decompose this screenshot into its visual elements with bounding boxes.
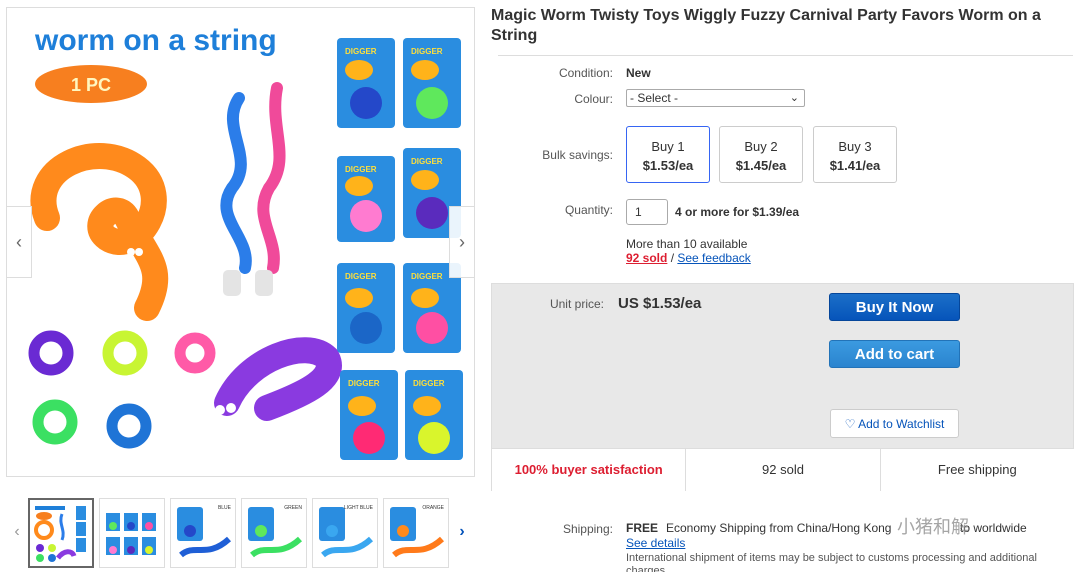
bulk-price: $1.53/ea — [642, 158, 694, 173]
chevron-left-icon: ‹ — [14, 523, 20, 540]
purple-coil — [28, 330, 74, 376]
stats-row: 100% buyer satisfaction 92 sold Free shi… — [492, 448, 1074, 491]
card-text: DIGGER — [411, 47, 443, 56]
thumbnail-image — [34, 506, 86, 562]
bulk-qty: Buy 3 — [838, 139, 872, 154]
bulk-price: $1.45/ea — [735, 158, 787, 173]
bulk-savings-label: Bulk savings: — [542, 148, 613, 162]
green-coil — [32, 399, 78, 445]
blue-coil — [106, 403, 152, 449]
title-divider — [498, 55, 1073, 56]
chevron-right-icon: › — [459, 231, 465, 252]
image-next-button[interactable]: › — [449, 206, 475, 278]
thumbnail-5[interactable]: LIGHT BLUE — [312, 498, 378, 568]
quantity-label: Quantity: — [564, 203, 613, 217]
thumbs-next-button[interactable]: › — [455, 520, 469, 544]
condition-value: New — [626, 66, 651, 80]
colour-selected-value: - Select - — [630, 91, 679, 105]
pink-worm — [257, 82, 286, 274]
buyer-satisfaction: 100% buyer satisfaction — [492, 449, 687, 491]
thumbnail-1[interactable] — [28, 498, 94, 568]
bulk-qty: Buy 1 — [651, 139, 685, 154]
see-feedback-link[interactable]: See feedback — [677, 251, 750, 265]
pink-coil — [174, 332, 216, 374]
thumbnail-tag: LIGHT BLUE — [343, 505, 373, 511]
image-prev-button[interactable]: ‹ — [6, 206, 32, 278]
listing-title: Magic Worm Twisty Toys Wiggly Fuzzy Carn… — [491, 7, 1041, 44]
thumbnail-3[interactable]: BLUE — [170, 498, 236, 568]
watchlist-label: Add to Watchlist — [858, 417, 945, 431]
shipping-price: FREE — [626, 521, 659, 535]
product-photo: worm on a string 1 PC DIGGER DIGGER DIGG… — [28, 24, 463, 460]
link-separator: / — [667, 251, 678, 265]
quantity-offer: 4 or more for $1.39/ea — [675, 205, 800, 219]
thumbnail-tag: ORANGE — [422, 505, 444, 511]
thumbnail-tag: BLUE — [217, 505, 231, 511]
shipping-label: Shipping: — [562, 522, 613, 536]
sold-count: 92 sold — [686, 449, 881, 491]
thumbs-prev-button[interactable]: ‹ — [10, 520, 24, 544]
bulk-price: $1.41/ea — [829, 158, 881, 173]
condition-label: Condition: — [558, 66, 613, 80]
bulk-qty: Buy 2 — [744, 139, 778, 154]
thumbnail-6[interactable]: ORANGE — [383, 498, 449, 568]
thumbnail-2[interactable] — [99, 498, 165, 568]
quantity-value: 1 — [635, 205, 642, 219]
chevron-left-icon: ‹ — [16, 231, 22, 252]
availability-text: More than 10 available — [626, 237, 748, 251]
heart-icon: ♡ — [844, 417, 856, 431]
orange-worm — [30, 143, 169, 321]
unit-price-label: Unit price: — [549, 297, 604, 311]
bulk-option-buy-2[interactable]: Buy 2 $1.45/ea — [719, 126, 803, 183]
purple-worm — [214, 337, 342, 421]
image-badge: 1 PC — [71, 75, 111, 95]
bulk-option-buy-1[interactable]: Buy 1 $1.53/ea — [626, 126, 710, 183]
main-product-image[interactable]: worm on a string 1 PC DIGGER DIGGER DIGG… — [6, 7, 475, 477]
thumbnail-image — [106, 513, 156, 555]
bulk-option-buy-3[interactable]: Buy 3 $1.41/ea — [813, 126, 897, 183]
image-heading: worm on a string — [34, 24, 277, 57]
yellow-coil — [102, 330, 148, 376]
card-text: DIGGER — [345, 272, 377, 281]
buy-it-now-button[interactable]: Buy It Now — [829, 293, 960, 321]
thumbnail-4[interactable]: GREEN — [241, 498, 307, 568]
colour-label: Colour: — [574, 92, 613, 106]
chevron-right-icon: › — [459, 523, 465, 540]
card-text: DIGGER — [413, 379, 445, 388]
blue-worm — [220, 92, 252, 274]
free-shipping: Free shipping — [937, 462, 1017, 477]
shipping-method: Economy Shipping from China/Hong Kong — [666, 521, 892, 535]
shipping-method-tail: to worldwide — [960, 521, 1027, 535]
thumbnail-tag: GREEN — [284, 505, 302, 511]
card-text: DIGGER — [411, 157, 443, 166]
card-text: DIGGER — [348, 379, 380, 388]
shipping-note: International shipment of items may be s… — [626, 552, 1037, 572]
add-to-watchlist-button[interactable]: ♡ Add to Watchlist — [830, 409, 959, 438]
thumbnail-strip: ‹ BLUE GREEN LIGHT BLUE ORANGE › — [6, 496, 470, 570]
colour-select[interactable]: - Select - ⌄ — [626, 89, 805, 107]
card-text: DIGGER — [345, 165, 377, 174]
unit-price-value: US $1.53/ea — [618, 295, 702, 312]
watermark: 小猪和解 — [897, 517, 969, 537]
add-to-cart-button[interactable]: Add to cart — [829, 340, 960, 368]
see-details-link[interactable]: See details — [626, 536, 685, 550]
quantity-input[interactable]: 1 — [626, 199, 668, 225]
sold-feedback-row: 92 sold / See feedback — [626, 251, 751, 265]
card-text: DIGGER — [411, 272, 443, 281]
retail-cards — [337, 38, 463, 460]
card-text: DIGGER — [345, 47, 377, 56]
chevron-down-icon: ⌄ — [789, 92, 799, 104]
sold-count-link[interactable]: 92 sold — [626, 251, 667, 265]
